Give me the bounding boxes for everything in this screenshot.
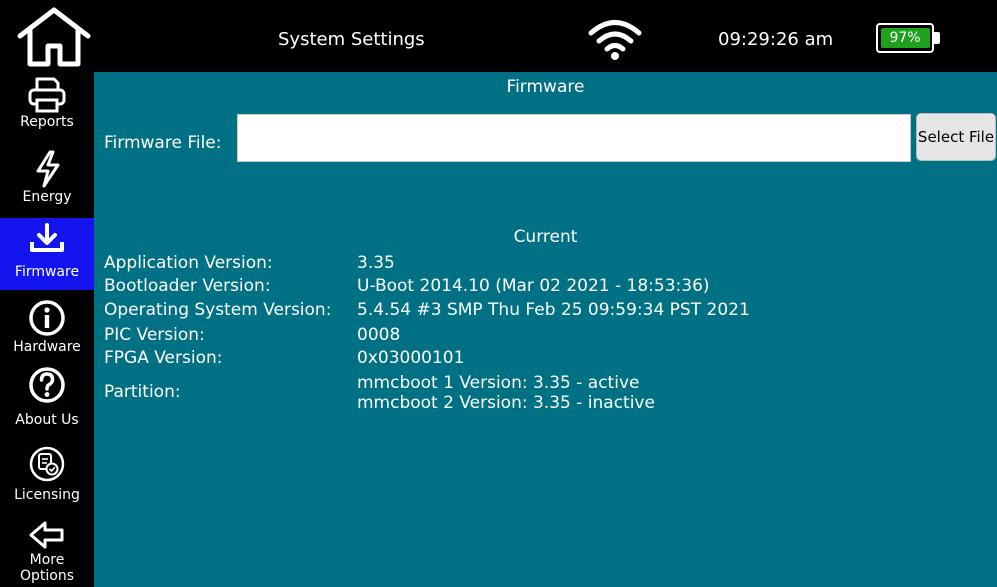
sidebar-item-licensing[interactable]: Licensing: [0, 437, 94, 509]
select-file-button[interactable]: Select File: [916, 113, 996, 161]
info-icon: [29, 300, 65, 336]
download-icon: [30, 223, 64, 252]
sidebar-item-label: Hardware: [13, 339, 81, 355]
wifi-status: [588, 18, 642, 62]
app-window: System Settings 09:29:26 am 97% Reports …: [0, 0, 997, 587]
application-version-value: 3.35: [357, 253, 395, 273]
sidebar-item-label: Energy: [22, 189, 72, 205]
sidebar-item-reports[interactable]: Reports: [0, 72, 94, 144]
firmware-file-label: Firmware File:: [104, 133, 222, 153]
main-panel: Firmware Firmware File: Select File Curr…: [94, 72, 997, 587]
fpga-version-value: 0x03000101: [357, 348, 465, 368]
partition-value-1: mmcboot 1 Version: 3.35 - active: [357, 373, 640, 393]
sidebar-item-about-us[interactable]: About Us: [0, 364, 94, 436]
partition-value-2: mmcboot 2 Version: 3.35 - inactive: [357, 393, 655, 413]
printer-icon: [28, 77, 66, 113]
sidebar: Reports Energy Firmware Hardware About U…: [0, 72, 94, 587]
sidebar-item-label: More: [29, 552, 65, 568]
partition-label: Partition:: [104, 382, 181, 402]
license-icon: [29, 446, 65, 482]
arrow-left-icon: [29, 521, 64, 549]
os-version-label: Operating System Version:: [104, 300, 332, 320]
battery-indicator: 97%: [876, 23, 942, 53]
sidebar-item-label-line2: Options: [19, 568, 75, 584]
pic-version-label: PIC Version:: [104, 325, 205, 345]
lightning-icon: [36, 150, 60, 188]
bootloader-version-value: U-Boot 2014.10 (Mar 02 2021 - 18:53:36): [357, 276, 710, 296]
clock: 09:29:26 am: [718, 29, 834, 50]
battery-cap: [934, 32, 940, 44]
sidebar-item-label: Firmware: [14, 264, 80, 280]
wifi-icon: [588, 20, 642, 60]
sidebar-item-label: Licensing: [14, 487, 80, 503]
application-version-label: Application Version:: [104, 253, 273, 273]
bootloader-version-label: Bootloader Version:: [104, 276, 271, 296]
home-button[interactable]: [12, 6, 96, 68]
top-bar: System Settings 09:29:26 am 97%: [0, 0, 997, 72]
battery-percent: 97%: [889, 30, 921, 46]
sidebar-item-firmware[interactable]: Firmware: [0, 218, 94, 290]
pic-version-value: 0008: [357, 325, 401, 345]
home-icon: [17, 7, 91, 67]
firmware-heading: Firmware: [506, 77, 585, 97]
firmware-file-input[interactable]: [237, 114, 911, 162]
os-version-value: 5.4.54 #3 SMP Thu Feb 25 09:59:34 PST 20…: [357, 300, 750, 320]
page-title: System Settings: [278, 29, 425, 50]
sidebar-item-label: Reports: [20, 114, 74, 130]
sidebar-item-hardware[interactable]: Hardware: [0, 291, 94, 363]
sidebar-item-energy[interactable]: Energy: [0, 145, 94, 217]
sidebar-item-more-options[interactable]: More Options: [0, 510, 94, 587]
question-icon: [29, 367, 65, 403]
fpga-version-label: FPGA Version:: [104, 348, 223, 368]
current-heading: Current: [513, 227, 578, 247]
sidebar-item-label: About Us: [15, 412, 79, 428]
